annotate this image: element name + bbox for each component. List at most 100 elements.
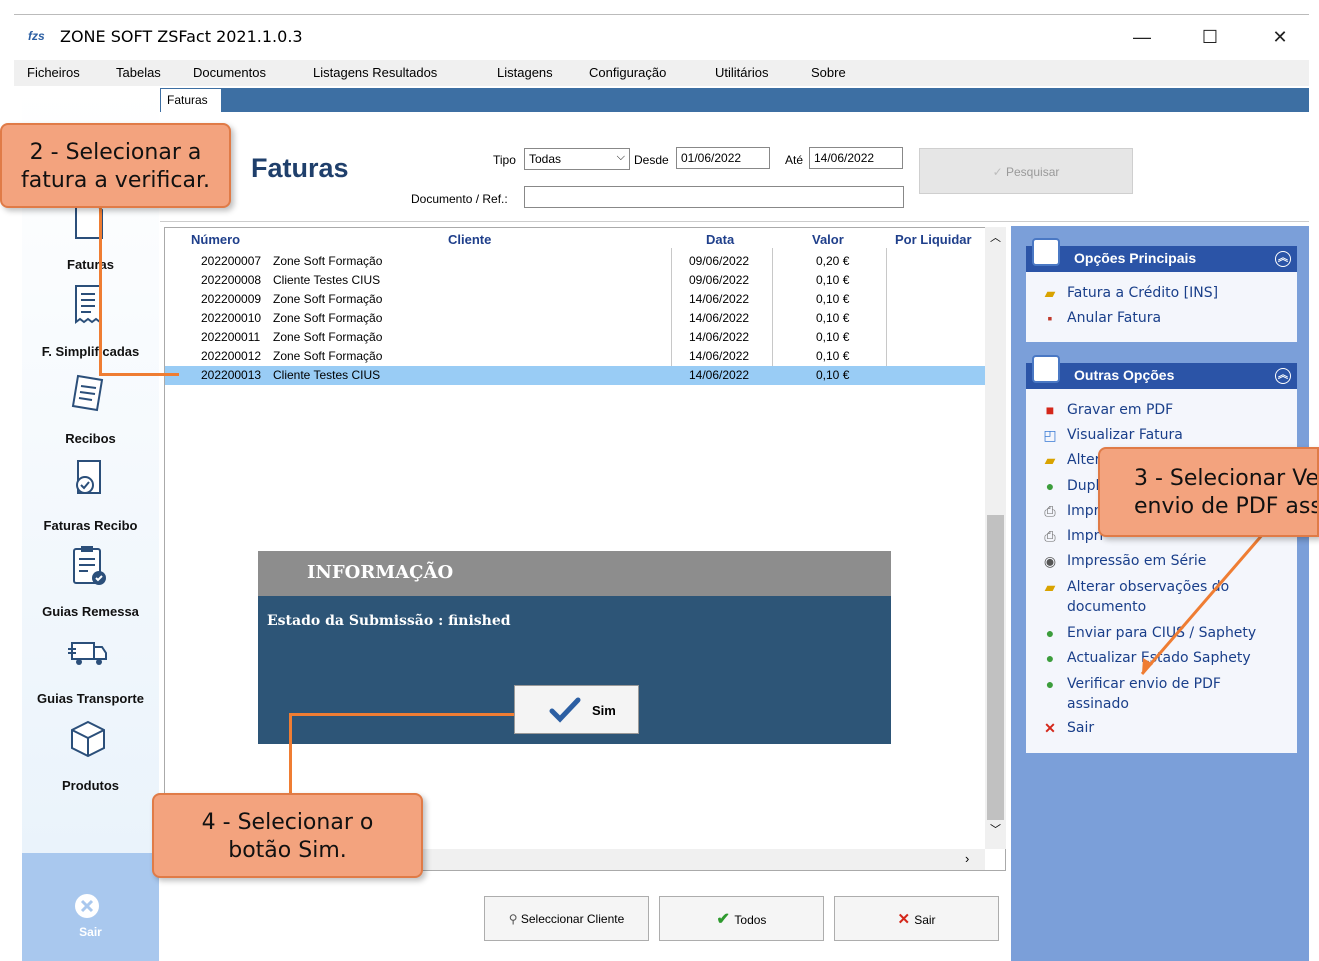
table-row[interactable]: 202200009 Zone Soft Formação 14/06/2022 0,1… [165,290,985,309]
callout-step-3: 3 - Selecionar Ve envio de PDF ass [1098,447,1319,537]
cell-cliente: Zone Soft Formação [273,311,383,325]
box-icon[interactable] [66,716,110,760]
cell-data: 14/06/2022 [689,349,750,363]
cell-cliente: Zone Soft Formação [273,254,383,268]
table-row[interactable]: 202200008 Cliente Testes CIUS 09/06/2022 0,… [165,271,985,290]
close-button[interactable]: ✕ [1260,23,1300,51]
callout-4-arrow-h [289,713,514,716]
scroll-down-icon[interactable]: ﹀ [990,821,1001,837]
opt-fatura-credito[interactable]: Fatura a Crédito [INS] [1067,285,1218,301]
sidebar: Faturas F. Simplificadas Recibos Faturas… [22,88,159,961]
sair-label: Sair [914,913,936,927]
scrollbar-thumb[interactable] [987,515,1004,820]
callout-2-arrow [99,204,102,375]
pesquisar-button[interactable]: ✓ Pesquisar [919,148,1133,194]
table-row[interactable]: 202200011 Zone Soft Formação 14/06/2022 0,1… [165,328,985,347]
callout-3-line1: 3 - Selecionar Ve [1134,466,1319,491]
cell-valor: 0,20 € [816,254,850,268]
search-client-icon: ⚲ [508,912,521,926]
menu-tabelas[interactable]: Tabelas [116,65,161,80]
panel-main-header[interactable]: Opções Principais ︽ [1026,238,1297,272]
tab-faturas[interactable]: Faturas [161,89,221,112]
maximize-button[interactable]: ☐ [1190,23,1230,51]
col-data[interactable]: Data [706,232,734,247]
opt-anular-fatura[interactable]: Anular Fatura [1067,310,1161,326]
menu-listagens[interactable]: Listagens [497,65,553,80]
cell-data: 14/06/2022 [689,368,750,382]
cell-cliente: Zone Soft Formação [273,349,383,363]
pesquisar-label: Pesquisar [1006,165,1060,179]
table-row[interactable]: 202200007 Zone Soft Formação 09/06/2022 0,2… [165,252,985,271]
todos-button[interactable]: ✔ Todos [659,896,824,941]
sidebar-exit-button[interactable]: Sair [22,853,159,961]
verify-icon: ● [1045,676,1055,692]
opt-duplicar[interactable]: Dupl [1067,478,1099,494]
panel-other-header[interactable]: Outras Opções ︽ [1026,355,1297,389]
tipo-select[interactable]: Todas ⌵ [524,148,630,170]
col-por-liquidar[interactable]: Por Liquidar [895,232,972,247]
sidebar-item-guias-transporte[interactable]: Guias Transporte [22,691,159,706]
cell-numero: 202200009 [201,292,262,306]
print-list-icon: ⎙ [1044,528,1056,544]
table-row[interactable]: 202200013 Cliente Testes CIUS 14/06/2022 0,… [165,366,985,385]
callout-2-arrow-h [99,373,179,376]
opt-visualizar-fatura[interactable]: Visualizar Fatura [1067,427,1183,443]
sidebar-item-guias-remessa[interactable]: Guias Remessa [22,604,159,619]
seleccionar-cliente-button[interactable]: ⚲ Seleccionar Cliente [484,896,649,941]
duplicate-icon: ● [1045,478,1055,494]
scroll-right-icon[interactable]: › [965,851,969,866]
truck-icon[interactable] [66,631,110,675]
page-title: Faturas [251,153,349,183]
check-icon: ✓ [992,165,1006,179]
panel-app-icon [1032,355,1060,383]
menu-ficheiros[interactable]: Ficheiros [27,65,80,80]
ate-field[interactable]: 14/06/2022 [809,147,903,169]
invoice-receipt-icon[interactable] [66,457,110,501]
title-bar: fzs ZONE SOFT ZSFact 2021.1.0.3 — ☐ ✕ [14,14,1309,60]
col-valor[interactable]: Valor [812,232,844,247]
opt-imprimir[interactable]: Impr [1067,503,1099,519]
sair-button[interactable]: ✕ Sair [834,896,999,941]
menu-sobre[interactable]: Sobre [811,65,846,80]
documento-field[interactable] [524,186,904,208]
panel-main-body [1026,272,1297,342]
close-circle-icon [75,894,99,918]
sidebar-item-faturas-recibo[interactable]: Faturas Recibo [22,518,159,533]
series-print-icon: ◉ [1043,553,1057,569]
tipo-value: Todas [529,152,562,166]
cell-cliente: Zone Soft Formação [273,330,383,344]
panel-main-title: Opções Principais [1074,250,1197,266]
cell-data: 14/06/2022 [689,292,750,306]
opt-alterar[interactable]: Alter [1067,452,1100,468]
chevron-down-icon: ⌵ [616,151,625,163]
menu-configuracao[interactable]: Configuração [589,65,666,80]
clipboard-icon[interactable] [66,543,110,587]
desde-field[interactable]: 01/06/2022 [676,147,770,169]
callout-3-line2: envio de PDF ass [1134,494,1319,519]
callout-4-arrow [289,713,292,795]
menu-documentos[interactable]: Documentos [193,65,266,80]
receipt-icon[interactable] [66,282,110,326]
col-cliente[interactable]: Cliente [448,232,491,247]
table-row[interactable]: 202200010 Zone Soft Formação 14/06/2022 0,1… [165,309,985,328]
cell-numero: 202200008 [201,273,262,287]
opt-sair[interactable]: Sair [1067,720,1094,736]
callout-4-line2: botão Sim. [228,838,347,863]
collapse-icon[interactable]: ︽ [1275,368,1291,384]
panel-other-title: Outras Opções [1074,367,1175,383]
table-row[interactable]: 202200012 Zone Soft Formação 14/06/2022 0,1… [165,347,985,366]
scroll-up-icon[interactable]: ︿ [990,229,1001,245]
sidebar-item-faturas[interactable]: Faturas [22,257,159,272]
col-numero[interactable]: Número [191,232,240,247]
opt-gravar-pdf[interactable]: Gravar em PDF [1067,402,1173,418]
menu-utilitarios[interactable]: Utilitários [715,65,768,80]
sidebar-item-f-simplificadas[interactable]: F. Simplificadas [22,344,159,359]
sim-button[interactable]: Sim [514,685,639,734]
minimize-button[interactable]: — [1122,23,1162,51]
sidebar-item-recibos[interactable]: Recibos [22,431,159,446]
menu-listagens-resultados[interactable]: Listagens Resultados [313,65,437,80]
sidebar-item-produtos[interactable]: Produtos [22,778,159,793]
receipts-icon[interactable] [66,370,110,414]
collapse-icon[interactable]: ︽ [1275,251,1291,267]
cell-numero: 202200007 [201,254,262,268]
